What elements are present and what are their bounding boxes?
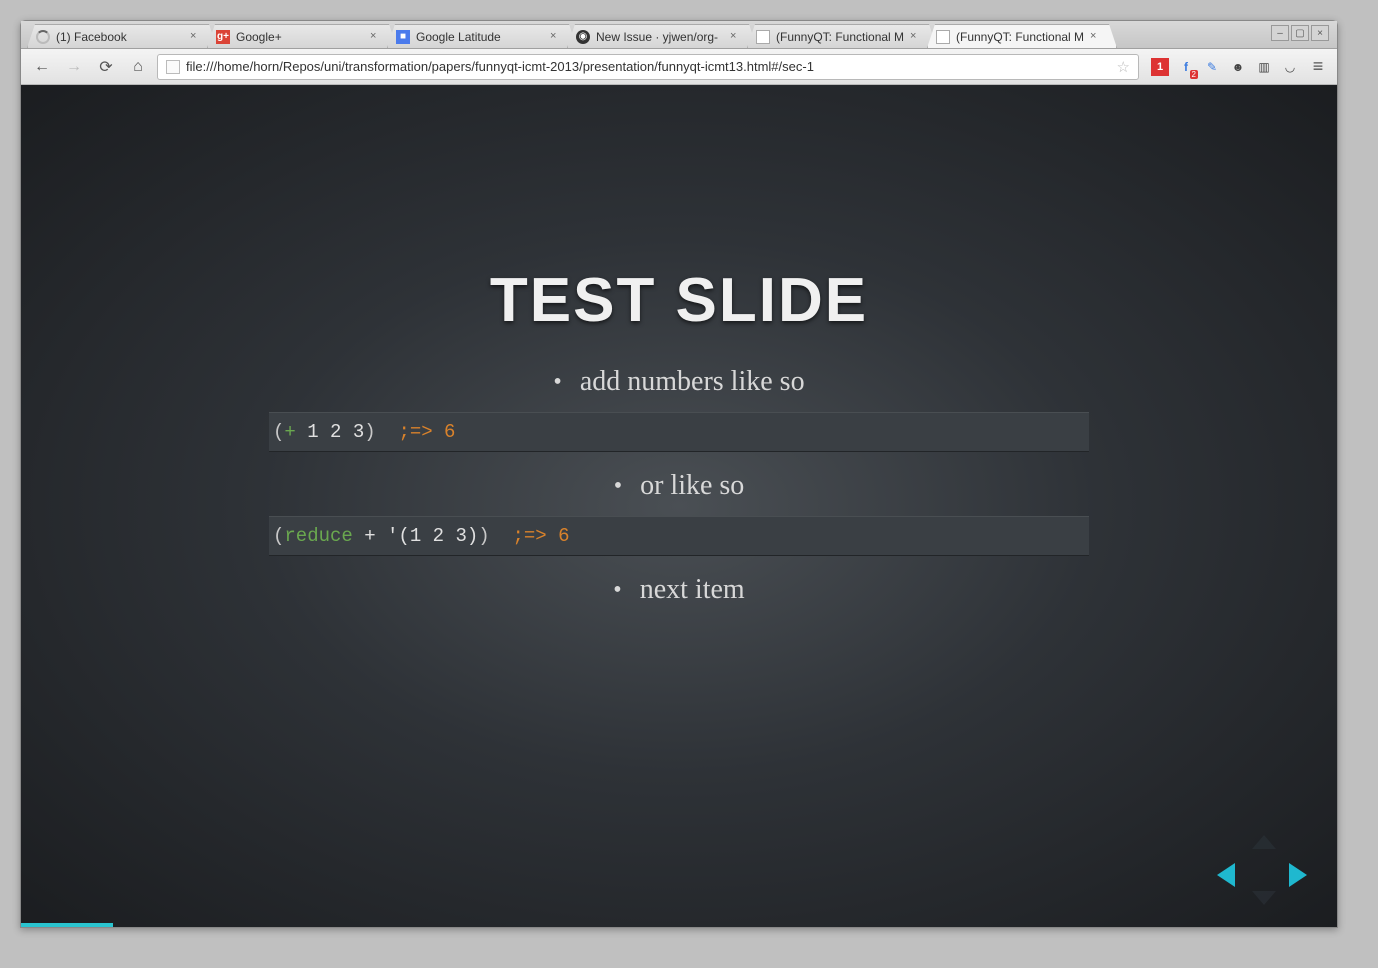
spin-favicon bbox=[36, 30, 50, 44]
tab-label: (FunnyQT: Functional M bbox=[956, 30, 1098, 44]
file-icon bbox=[166, 60, 180, 74]
nav-left-arrow[interactable] bbox=[1217, 863, 1235, 887]
tab-label: (1) Facebook bbox=[56, 30, 198, 44]
blue-favicon: ■ bbox=[396, 30, 410, 44]
tab-label: (FunnyQT: Functional M bbox=[776, 30, 918, 44]
forward-button[interactable]: → bbox=[61, 54, 87, 80]
tab-4[interactable]: (FunnyQT: Functional M× bbox=[747, 24, 937, 48]
tab-1[interactable]: g+ Google+× bbox=[207, 24, 397, 48]
slide-title: TEST SLIDE bbox=[269, 265, 1089, 336]
tab-close-icon[interactable]: × bbox=[370, 30, 382, 42]
slide-content: TEST SLIDE • add numbers like so (+ 1 2 … bbox=[269, 265, 1089, 620]
extension-f-icon[interactable]: f 2 bbox=[1177, 58, 1195, 76]
maximize-button[interactable]: ▢ bbox=[1291, 25, 1309, 41]
doc-favicon bbox=[756, 30, 770, 44]
tab-2[interactable]: ■ Google Latitude× bbox=[387, 24, 577, 48]
bullet-3: • next item bbox=[269, 574, 1089, 606]
tab-close-icon[interactable]: × bbox=[190, 30, 202, 42]
tab-3[interactable]: ◉ New Issue · yjwen/org-× bbox=[567, 24, 757, 48]
minimize-button[interactable]: – bbox=[1271, 25, 1289, 41]
tab-5[interactable]: (FunnyQT: Functional M× bbox=[927, 24, 1117, 48]
nav-right-arrow[interactable] bbox=[1289, 863, 1307, 887]
bullet-2: • or like so bbox=[269, 470, 1089, 502]
back-button[interactable]: ← bbox=[29, 54, 55, 80]
bullet-dot-icon: • bbox=[553, 370, 561, 394]
gh-favicon: ◉ bbox=[576, 30, 590, 44]
chrome-menu-button[interactable]: ≡ bbox=[1307, 56, 1329, 77]
tab-label: Google Latitude bbox=[416, 30, 558, 44]
tab-0[interactable]: (1) Facebook× bbox=[27, 24, 217, 48]
bullet-1: • add numbers like so bbox=[269, 366, 1089, 398]
omnibox[interactable]: ☆ bbox=[157, 54, 1139, 80]
home-button[interactable]: ⌂ bbox=[125, 54, 151, 80]
gplus-favicon: g+ bbox=[216, 30, 230, 44]
nav-up-arrow[interactable] bbox=[1252, 835, 1276, 849]
tab-close-icon[interactable]: × bbox=[910, 30, 922, 42]
address-input[interactable] bbox=[186, 59, 1111, 74]
close-window-button[interactable]: × bbox=[1311, 25, 1329, 41]
bullet-dot-icon: • bbox=[613, 578, 621, 602]
reload-button[interactable]: ⟳ bbox=[93, 54, 119, 80]
code-block-2: (reduce + '(1 2 3)) ;=> 6 bbox=[269, 516, 1089, 556]
slide-progress-bar bbox=[21, 923, 113, 927]
extension-pocket-icon[interactable]: ◡ bbox=[1281, 58, 1299, 76]
browser-window: – ▢ × (1) Facebook×g+Google+×■Google Lat… bbox=[20, 20, 1338, 928]
tab-label: New Issue · yjwen/org- bbox=[596, 30, 738, 44]
bullet-1-text: add numbers like so bbox=[580, 366, 805, 398]
window-controls: – ▢ × bbox=[1271, 25, 1329, 41]
slide-nav-arrows bbox=[1217, 835, 1307, 905]
tab-label: Google+ bbox=[236, 30, 378, 44]
bullet-dot-icon: • bbox=[614, 474, 622, 498]
extension-robot-icon[interactable]: ☻ bbox=[1229, 58, 1247, 76]
tab-close-icon[interactable]: × bbox=[1090, 30, 1102, 42]
nav-down-arrow[interactable] bbox=[1252, 891, 1276, 905]
tab-close-icon[interactable]: × bbox=[550, 30, 562, 42]
doc-favicon bbox=[936, 30, 950, 44]
extension-shield-icon[interactable]: ▥ bbox=[1255, 58, 1273, 76]
toolbar: ← → ⟳ ⌂ ☆ 1 f 2 ✎ ☻ ▥ ◡ ≡ bbox=[21, 49, 1337, 85]
bullet-3-text: next item bbox=[640, 574, 745, 606]
code-block-1: (+ 1 2 3) ;=> 6 bbox=[269, 412, 1089, 452]
extension-area: 1 f 2 ✎ ☻ ▥ ◡ ≡ bbox=[1151, 56, 1329, 77]
slide-area: TEST SLIDE • add numbers like so (+ 1 2 … bbox=[21, 85, 1337, 927]
bullet-2-text: or like so bbox=[640, 470, 744, 502]
page-viewport: TEST SLIDE • add numbers like so (+ 1 2 … bbox=[21, 85, 1337, 927]
tab-close-icon[interactable]: × bbox=[730, 30, 742, 42]
extension-pencil-icon[interactable]: ✎ bbox=[1203, 58, 1221, 76]
notification-badge[interactable]: 1 bbox=[1151, 58, 1169, 76]
bookmark-star-icon[interactable]: ☆ bbox=[1117, 58, 1130, 76]
tabstrip: (1) Facebook×g+Google+×■Google Latitude×… bbox=[21, 21, 1337, 49]
